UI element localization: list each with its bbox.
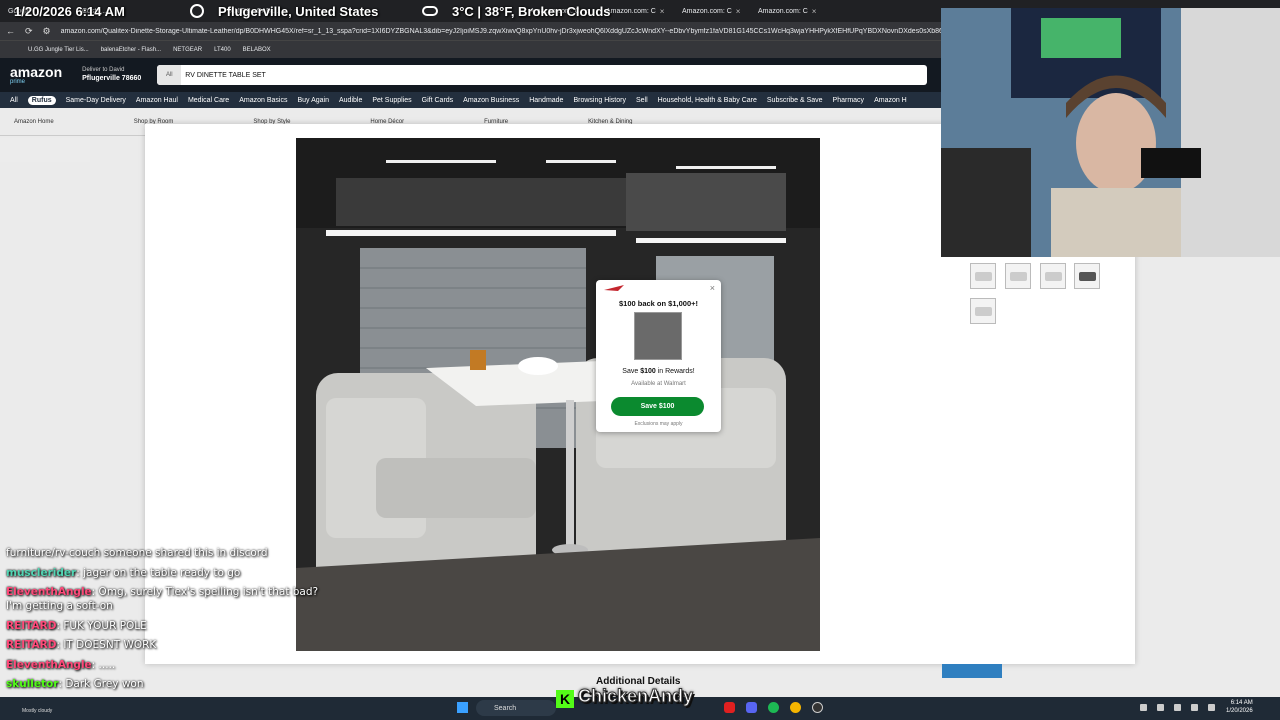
browser-tab[interactable]: Amazon.com: C × bbox=[676, 2, 750, 20]
browser-tab[interactable] bbox=[150, 2, 222, 20]
streamer-name: ChickenAndy bbox=[577, 686, 694, 707]
walmart-brand-icon bbox=[604, 285, 624, 291]
nav-item[interactable]: Browsing History bbox=[573, 97, 626, 104]
close-tab-icon[interactable]: × bbox=[736, 7, 741, 16]
taskbar-weather[interactable]: Mostly cloudy bbox=[22, 708, 52, 714]
overlay-datetime: 1/20/2026 6:14 AM bbox=[14, 4, 125, 19]
browser-tab[interactable]: Amazon.com: C × bbox=[752, 2, 826, 20]
url-field[interactable]: amazon.com/Qualitex-Dinette-Storage-Ulti… bbox=[61, 28, 941, 35]
chat-message: skulletor: Dark Grey won bbox=[6, 678, 144, 691]
thumbnail[interactable] bbox=[1005, 263, 1031, 289]
webcam-overlay bbox=[941, 8, 1280, 257]
save-button[interactable]: Save $100 bbox=[611, 397, 704, 416]
discord-icon[interactable] bbox=[746, 702, 757, 713]
close-tab-icon[interactable]: × bbox=[660, 7, 665, 16]
nav-item[interactable]: Same-Day Delivery bbox=[66, 97, 126, 104]
search-input[interactable]: RV DINETTE TABLE SET bbox=[181, 72, 266, 79]
popup-availability: Available at Walmart bbox=[631, 381, 686, 387]
nav-item[interactable]: Amazon Haul bbox=[136, 97, 178, 104]
nav-item[interactable]: Household, Health & Baby Care bbox=[658, 97, 757, 104]
bookmark-item[interactable]: balenaEtcher - Flash... bbox=[101, 47, 161, 53]
back-icon[interactable]: ← bbox=[6, 26, 15, 36]
side-banner bbox=[942, 664, 1002, 678]
taskbar-clock[interactable]: 6:14 AM 1/20/2026 bbox=[1226, 699, 1253, 716]
rv-dinette-illustration bbox=[296, 138, 820, 651]
nav-item[interactable]: Pharmacy bbox=[833, 97, 865, 104]
chat-message: REITARD: IT DOESNT WORK bbox=[6, 639, 157, 652]
nav-item-rufus[interactable]: Rufus bbox=[27, 95, 56, 105]
screen: Google Custo... ANTIS...CABL... Amazon.c… bbox=[0, 0, 1280, 720]
thumbnail[interactable] bbox=[970, 298, 996, 324]
overlay-location: Pflugerville, United States bbox=[218, 4, 379, 19]
nav-item[interactable]: Amazon Business bbox=[463, 97, 519, 104]
webcam-feed bbox=[941, 8, 1280, 257]
reload-icon[interactable]: ⟳ bbox=[25, 26, 33, 37]
bookmark-item[interactable]: LT400 bbox=[214, 47, 231, 53]
amazon-logo[interactable]: amazon prime bbox=[10, 65, 62, 85]
popup-save-text: Save $100 in Rewards! bbox=[622, 368, 695, 375]
nav-item[interactable]: Amazon Basics bbox=[239, 97, 287, 104]
close-tab-icon[interactable]: × bbox=[812, 7, 817, 16]
nav-item[interactable]: Gift Cards bbox=[422, 97, 454, 104]
nav-item[interactable]: Medical Care bbox=[188, 97, 229, 104]
site-info-icon[interactable]: ⚙ bbox=[43, 26, 51, 37]
battery-icon[interactable] bbox=[1191, 704, 1198, 711]
windows-start-icon[interactable] bbox=[457, 702, 468, 713]
chat-message: REITARD: FUK YOUR POLE bbox=[6, 619, 147, 632]
nav-item[interactable]: Handmade bbox=[529, 97, 563, 104]
nav-item[interactable]: Sell bbox=[636, 97, 648, 104]
browser-tab[interactable]: Amazon.com: C × bbox=[600, 2, 674, 20]
chat-message: musclerider: jager on the table ready to… bbox=[6, 566, 241, 579]
close-icon[interactable]: × bbox=[710, 283, 715, 293]
thumbnail[interactable] bbox=[1040, 263, 1066, 289]
bookmark-item[interactable]: U.GG Jungle Tier Lis... bbox=[28, 47, 89, 53]
system-tray bbox=[1140, 704, 1215, 711]
cloud-icon bbox=[422, 6, 438, 16]
nav-item[interactable]: Subscribe & Save bbox=[767, 97, 823, 104]
nav-item[interactable]: Buy Again bbox=[297, 97, 329, 104]
overlay-weather: 3°C | 38°F, Broken Clouds bbox=[452, 4, 611, 19]
kick-logo-icon: K bbox=[556, 690, 574, 708]
network-icon[interactable] bbox=[1157, 704, 1164, 711]
bookmark-item[interactable]: NETGEAR bbox=[173, 47, 202, 53]
search-category-select[interactable]: All bbox=[157, 65, 182, 85]
thumbnail[interactable] bbox=[1074, 263, 1100, 289]
notification-icon[interactable] bbox=[1208, 704, 1215, 711]
left-panel bbox=[0, 138, 90, 162]
popup-product-image bbox=[634, 312, 682, 360]
popup-exclusions: Exclusions may apply bbox=[634, 421, 683, 427]
popup-title: $100 back on $1,000+! bbox=[618, 299, 698, 308]
chat-message: EleventhAngle: Omg, surely Tiex's spelli… bbox=[6, 586, 319, 612]
walmart-rewards-popup: × $100 back on $1,000+! Save $100 in Rew… bbox=[596, 280, 721, 432]
deliver-to[interactable]: Deliver to David Pflugerville 78660 bbox=[82, 67, 141, 84]
stream-chat: furniture/rv-couch someone shared this i… bbox=[6, 547, 326, 698]
obs-icon[interactable] bbox=[812, 702, 823, 713]
taskbar-search[interactable]: Search bbox=[476, 700, 556, 716]
location-icon bbox=[190, 4, 204, 18]
chrome-icon[interactable] bbox=[790, 702, 801, 713]
chat-message: furniture/rv-couch someone shared this i… bbox=[6, 547, 268, 559]
nav-item[interactable]: Pet Supplies bbox=[372, 97, 411, 104]
nav-item[interactable]: Amazon H bbox=[874, 97, 907, 104]
spotify-icon[interactable] bbox=[768, 702, 779, 713]
thumbnail[interactable] bbox=[970, 263, 996, 289]
search-bar: All RV DINETTE TABLE SET bbox=[157, 65, 928, 85]
nav-item[interactable]: Audible bbox=[339, 97, 362, 104]
chevron-up-icon[interactable] bbox=[1140, 704, 1147, 711]
nav-item-all[interactable]: All bbox=[10, 97, 18, 104]
bookmark-item[interactable]: BELABOX bbox=[243, 47, 271, 53]
youtube-icon[interactable] bbox=[724, 702, 735, 713]
volume-icon[interactable] bbox=[1174, 704, 1181, 711]
product-image[interactable] bbox=[296, 138, 820, 651]
chat-message: EleventhAngle: ..... bbox=[6, 658, 116, 671]
